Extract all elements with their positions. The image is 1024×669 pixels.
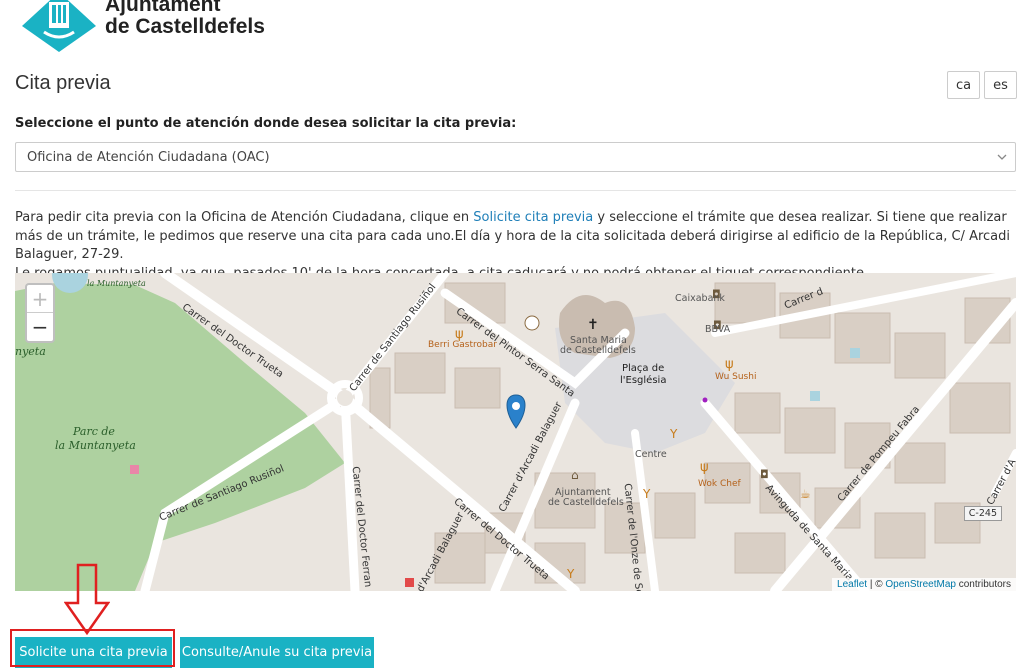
service-select[interactable]: Oficina de Atención Ciudadana (OAC) xyxy=(15,142,1016,172)
highlight-box xyxy=(10,629,175,667)
request-appointment-link[interactable]: Solicite cita previa xyxy=(473,210,593,225)
map-label-caixabank: Caixabank xyxy=(675,293,725,304)
svg-text:✝: ✝ xyxy=(587,317,599,333)
org-name-line1: Ajuntament xyxy=(105,0,221,16)
consult-cancel-appointment-button[interactable]: Consulte/Anule su cita previa xyxy=(180,637,374,668)
zoom-in-button[interactable]: + xyxy=(27,285,53,313)
svg-text:⌂: ⌂ xyxy=(571,468,579,482)
map-label-park-2: la Muntanyeta xyxy=(55,439,136,452)
chevron-down-icon xyxy=(997,154,1007,160)
divider xyxy=(15,190,1016,191)
map-label-centre: Centre xyxy=(635,449,667,460)
zoom-out-button[interactable]: − xyxy=(27,313,53,341)
map-attribution: Leaflet | © OpenStreetMap contributors xyxy=(832,578,1016,591)
service-select-label: Seleccione el punto de atención donde de… xyxy=(15,116,517,131)
red-down-arrow-icon xyxy=(64,563,110,635)
language-ca-button[interactable]: ca xyxy=(947,71,980,99)
map-label-wu-sushi: Wu Sushi xyxy=(715,372,757,382)
page-title: Cita previa xyxy=(15,72,111,94)
svg-text:◘: ◘ xyxy=(760,468,769,481)
map-road-ref: C-245 xyxy=(963,506,1002,521)
zoom-controls: + − xyxy=(25,283,55,343)
castelldefels-coat-of-arms-icon xyxy=(22,0,96,52)
organization-name: Ajuntament de Castelldefels xyxy=(105,0,265,38)
svg-text:Y: Y xyxy=(566,567,575,581)
map-label-ajuntament-2: de Castelldefels xyxy=(548,497,624,508)
leaflet-link[interactable]: Leaflet xyxy=(837,579,867,590)
map-label-park-1: Parc de xyxy=(73,425,115,438)
svg-text:ψ: ψ xyxy=(700,460,709,475)
attribution-suffix: contributors xyxy=(955,579,1011,590)
map-label-nyeta: nyeta xyxy=(15,345,46,358)
svg-text:Y: Y xyxy=(669,427,678,441)
service-select-value: Oficina de Atención Ciudadana (OAC) xyxy=(27,149,270,165)
svg-text:Y: Y xyxy=(642,487,651,501)
openstreetmap-link[interactable]: OpenStreetMap xyxy=(885,579,956,590)
location-map[interactable]: ✝ ◘ ◘ ◘ ψ ψ ψ Y Y Y ☕ ⌂ + − Caixabank BB… xyxy=(15,273,1016,591)
language-es-button[interactable]: es xyxy=(984,71,1017,99)
map-label-santa-maria-2: de Castelldefels xyxy=(560,345,636,356)
map-label-muntanyeta-top: la Muntanyeta xyxy=(87,279,146,288)
map-label-placa-1: Plaça de xyxy=(622,363,665,374)
instructions-text: Para pedir cita previa con la Oficina de… xyxy=(15,209,1015,283)
map-label-bbva: BBVA xyxy=(705,324,731,335)
attribution-separator: | © xyxy=(867,579,886,590)
svg-text:ψ: ψ xyxy=(725,357,734,372)
map-label-wok-chef: Wok Chef xyxy=(698,479,741,489)
org-name-line2: de Castelldefels xyxy=(105,15,265,38)
map-label-berri: Berri Gastrobar xyxy=(428,340,497,350)
map-label-placa-2: l'Església xyxy=(620,375,667,386)
instructions-part1: Para pedir cita previa con la Oficina de… xyxy=(15,210,474,225)
svg-text:☕: ☕ xyxy=(800,487,811,501)
